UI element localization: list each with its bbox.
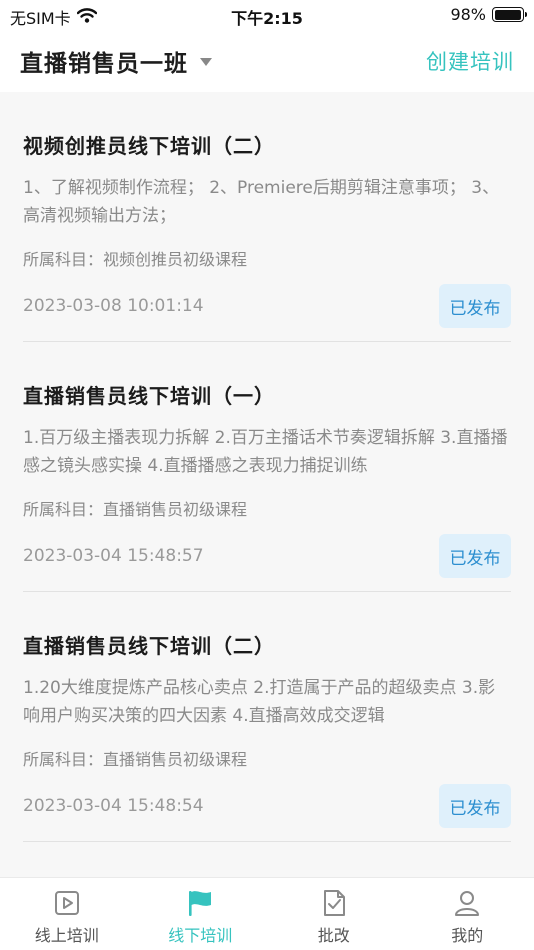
class-selector[interactable]: 直播销售员一班	[20, 44, 212, 78]
training-title: 直播销售员线下培训（二）	[23, 634, 275, 658]
tab-grading[interactable]: 批改	[267, 878, 401, 950]
document-check-icon	[323, 890, 345, 916]
training-description: 1、了解视频制作流程； 2、Premiere后期剪辑注意事项； 3、高清视频输出…	[23, 178, 500, 226]
training-subject: 所属科目：视频创推员初级课程	[23, 250, 248, 269]
training-subject: 所属科目：直播销售员初级课程	[23, 750, 248, 769]
training-date: 2023-03-08 10:01:14	[23, 296, 204, 316]
user-icon	[455, 891, 480, 916]
training-description: 1.20大维度提炼产品核心卖点 2.打造属于产品的超级卖点 3.影响用户购买决策…	[23, 678, 496, 726]
page-header: 直播销售员一班 创建培训	[0, 30, 534, 92]
status-badge: 已发布	[439, 284, 511, 328]
class-name: 直播销售员一班	[20, 51, 188, 77]
tab-online-training[interactable]: 线上培训	[0, 878, 134, 950]
training-card[interactable]: 直播销售员线下培训（二） 1.20大维度提炼产品核心卖点 2.打造属于产品的超级…	[23, 592, 511, 842]
battery-icon	[492, 7, 527, 22]
training-subject: 所属科目：直播销售员初级课程	[23, 500, 248, 519]
tab-label: 我的	[451, 926, 484, 945]
status-bar: 无SIM卡 下午2:15 98%	[0, 0, 534, 30]
tab-offline-training[interactable]: 线下培训	[134, 878, 268, 950]
tab-label: 线上培训	[34, 926, 99, 945]
training-card[interactable]: 视频创推员线下培训（二） 1、了解视频制作流程； 2、Premiere后期剪辑注…	[23, 92, 511, 342]
battery-level	[494, 9, 521, 20]
caret-down-icon	[200, 58, 212, 66]
training-title: 直播销售员线下培训（一）	[23, 384, 275, 408]
battery-percent: 98%	[450, 5, 486, 24]
status-right: 98%	[450, 5, 527, 24]
training-description: 1.百万级主播表现力拆解 2.百万主播话术节奏逻辑拆解 3.直播播感之镜头感实操…	[23, 428, 508, 476]
flag-icon	[189, 891, 212, 916]
training-date: 2023-03-04 15:48:57	[23, 546, 204, 566]
tab-profile[interactable]: 我的	[401, 878, 534, 950]
training-title: 视频创推员线下培训（二）	[23, 134, 275, 158]
training-list[interactable]: 视频创推员线下培训（二） 1、了解视频制作流程； 2、Premiere后期剪辑注…	[0, 92, 534, 877]
training-card[interactable]: 直播销售员线下培训（一） 1.百万级主播表现力拆解 2.百万主播话术节奏逻辑拆解…	[23, 342, 511, 592]
video-play-icon	[54, 891, 79, 915]
bottom-tab-bar: 线上培训 线下培训 批改 我的	[0, 877, 534, 950]
tab-label: 批改	[317, 926, 350, 945]
status-badge: 已发布	[439, 534, 511, 578]
tab-label: 线下培训	[168, 926, 233, 945]
status-badge: 已发布	[439, 784, 511, 828]
training-date: 2023-03-04 15:48:54	[23, 796, 204, 816]
create-training-button[interactable]: 创建培训	[426, 46, 514, 76]
